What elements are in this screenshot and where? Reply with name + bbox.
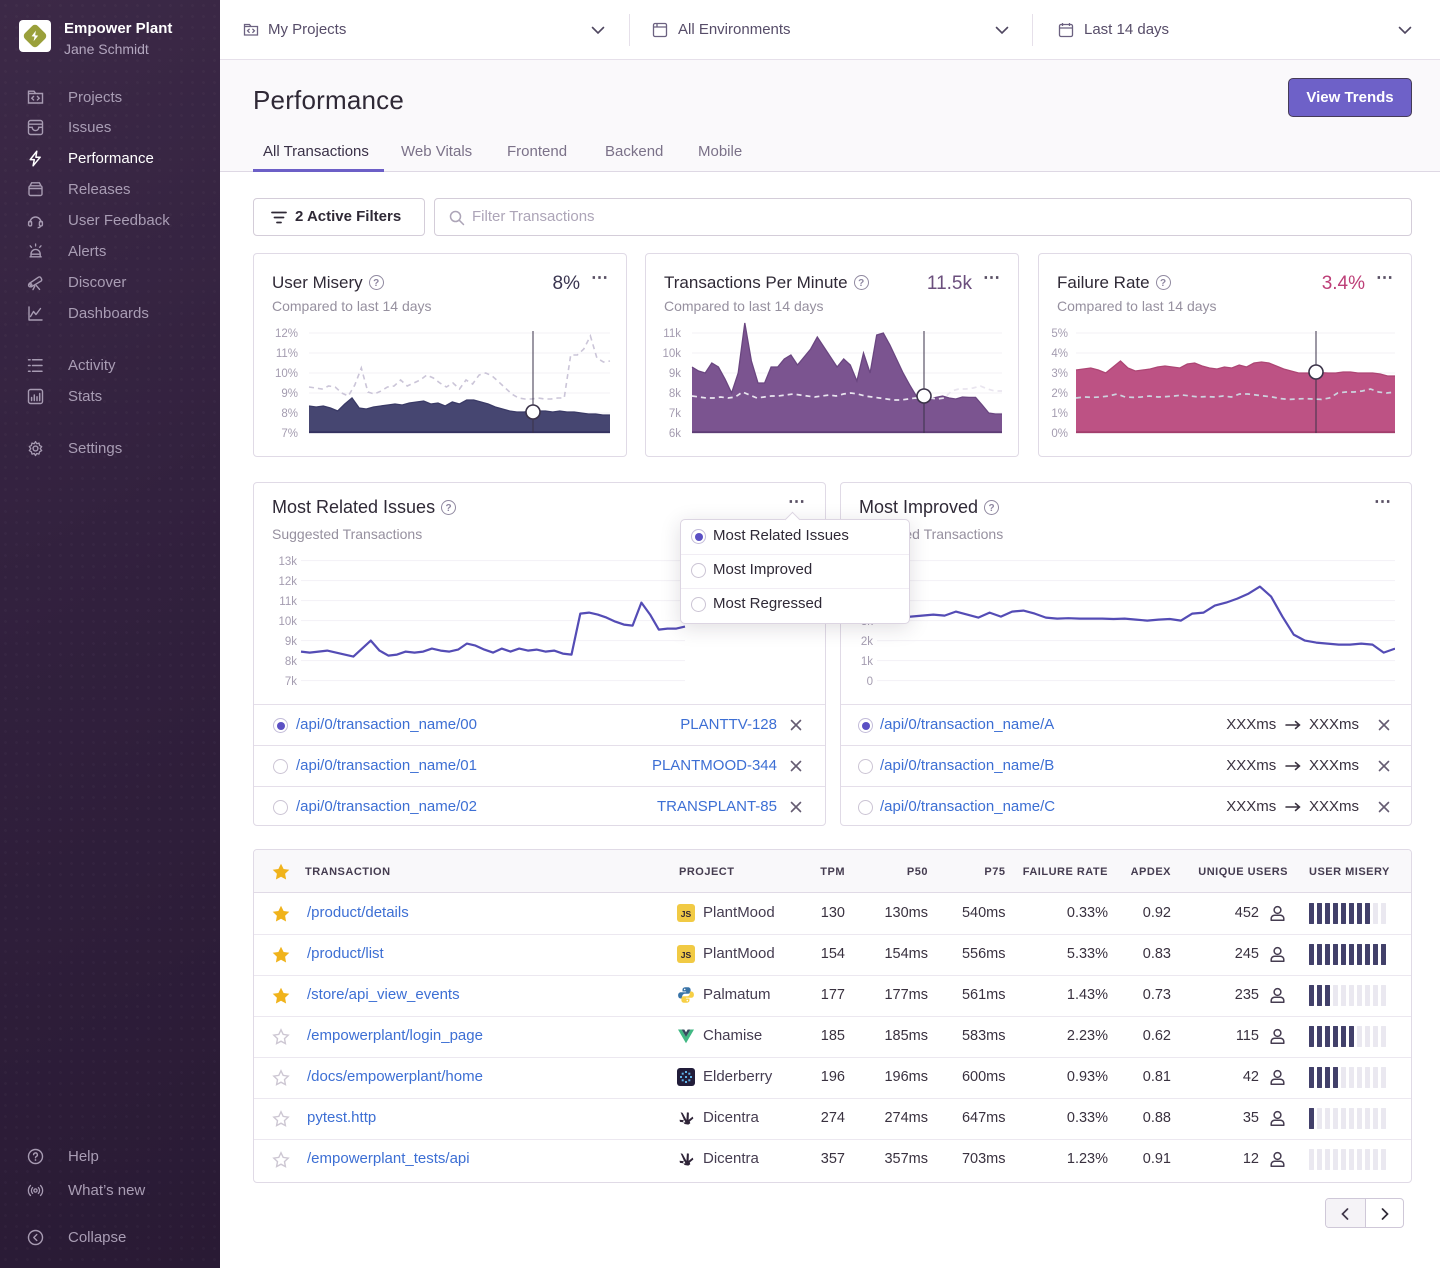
svg-text:8%: 8% <box>281 408 298 420</box>
svg-text:0%: 0% <box>1051 428 1068 440</box>
svg-text:1k: 1k <box>861 656 873 668</box>
svg-text:11k: 11k <box>279 596 297 608</box>
svg-text:11k: 11k <box>663 328 681 340</box>
svg-text:1%: 1% <box>1051 408 1068 420</box>
svg-text:8k: 8k <box>669 388 681 400</box>
svg-text:11%: 11% <box>276 348 298 360</box>
svg-text:12k: 12k <box>278 576 297 588</box>
svg-text:8k: 8k <box>285 656 297 668</box>
svg-text:9k: 9k <box>285 636 297 648</box>
svg-text:7k: 7k <box>285 676 297 688</box>
svg-text:6k: 6k <box>669 428 681 440</box>
svg-text:13k: 13k <box>278 556 297 568</box>
svg-text:7k: 7k <box>669 408 681 420</box>
svg-text:0: 0 <box>867 676 873 688</box>
svg-text:3%: 3% <box>1051 368 1068 380</box>
svg-text:9%: 9% <box>281 388 298 400</box>
svg-text:10%: 10% <box>275 368 298 380</box>
svg-text:JS: JS <box>681 950 692 960</box>
svg-text:10k: 10k <box>662 348 681 360</box>
svg-text:9k: 9k <box>669 368 681 380</box>
svg-text:4%: 4% <box>1051 348 1068 360</box>
svg-text:JS: JS <box>681 909 692 919</box>
svg-text:12%: 12% <box>275 328 298 340</box>
svg-text:2%: 2% <box>1051 388 1068 400</box>
svg-text:2k: 2k <box>861 636 873 648</box>
svg-text:7%: 7% <box>281 428 298 440</box>
svg-text:10k: 10k <box>278 616 297 628</box>
svg-text:5%: 5% <box>1051 328 1068 340</box>
